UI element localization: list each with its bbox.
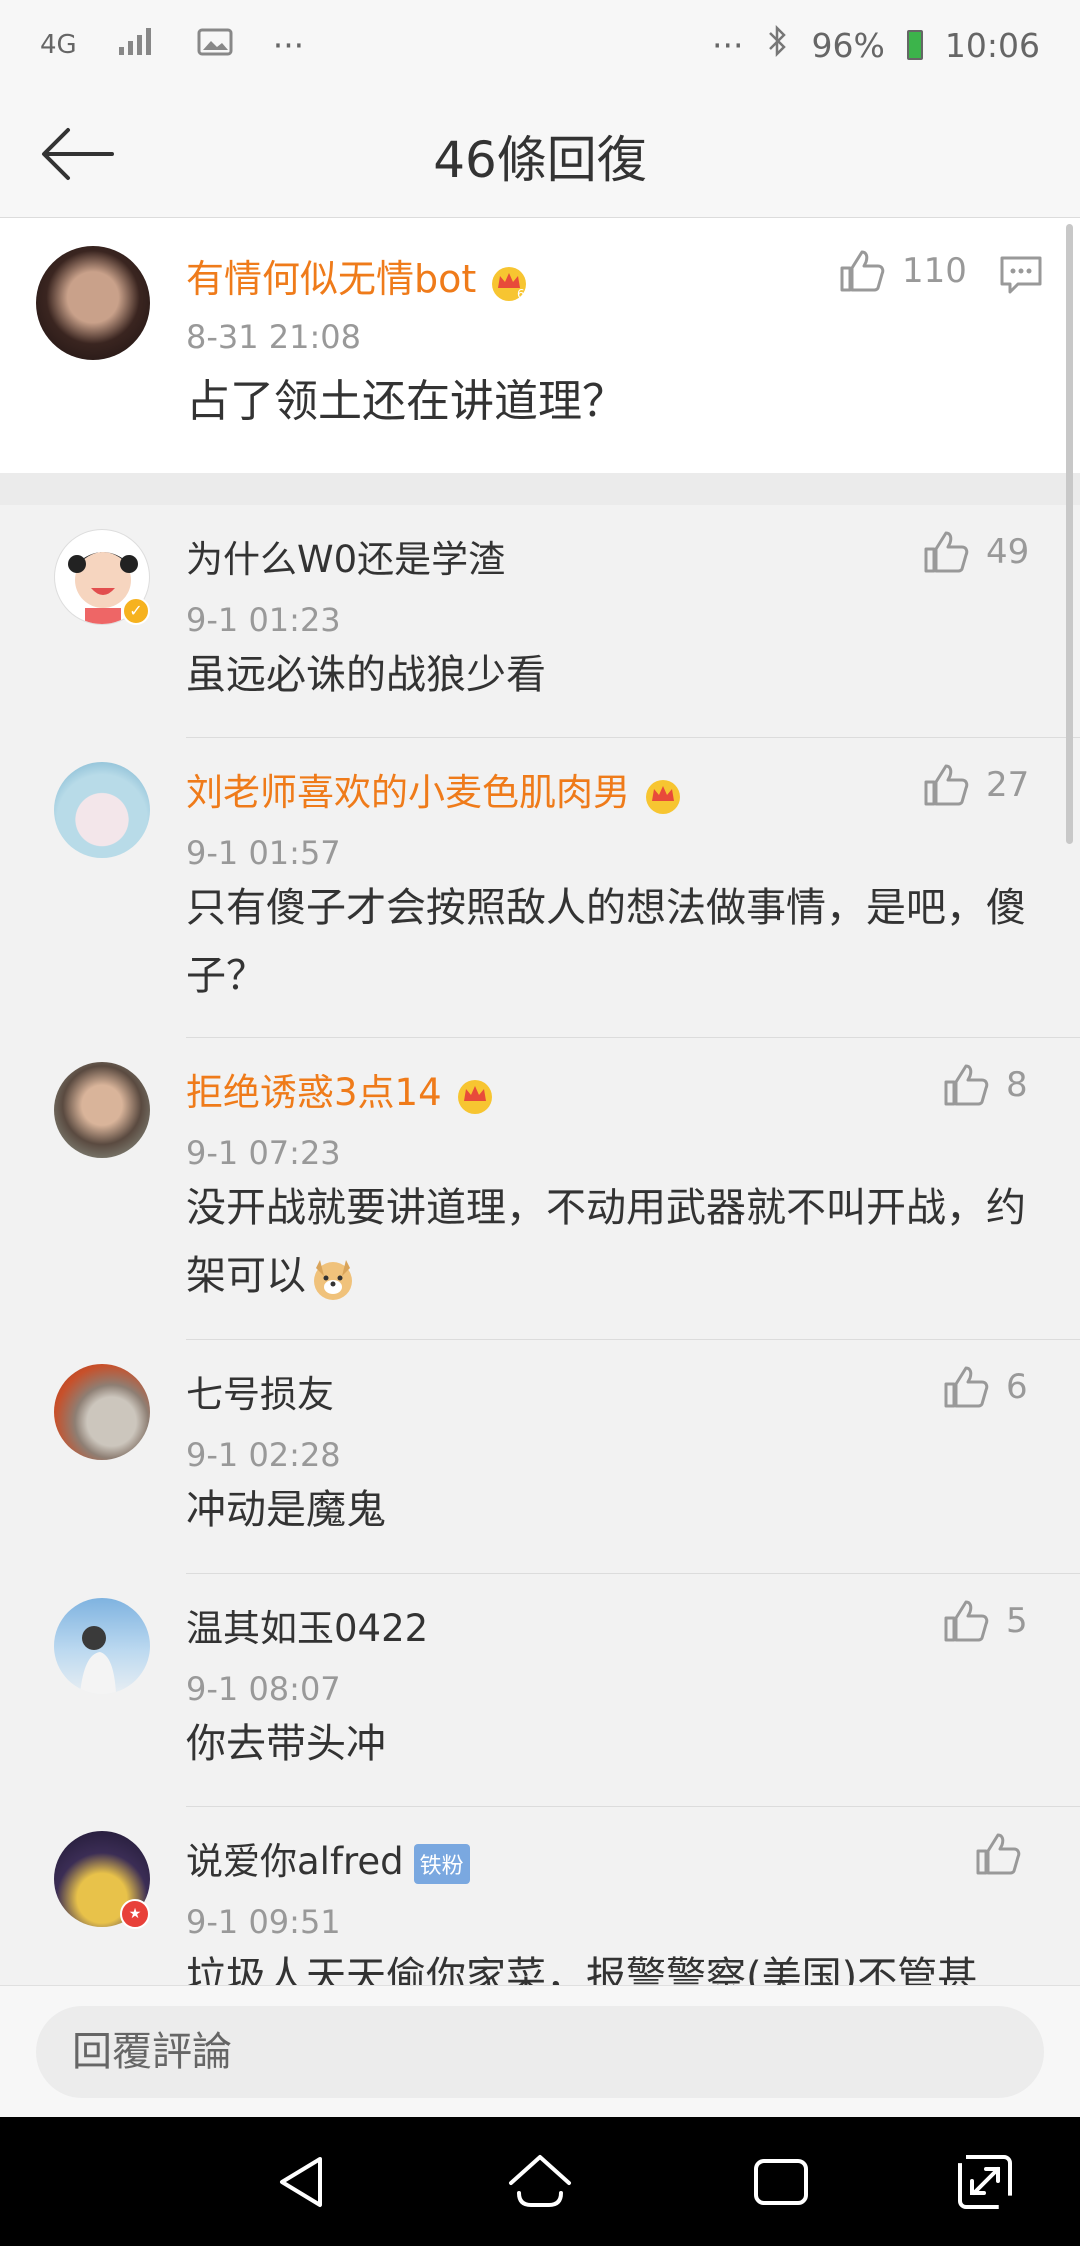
comment-content: 没开战就要讲道理，不动用武器就不叫开战，约架可以 bbox=[186, 1174, 1036, 1310]
like-button[interactable]: 8 bbox=[942, 1062, 1028, 1108]
avatar[interactable] bbox=[54, 1364, 150, 1460]
thumbs-up-icon bbox=[976, 1833, 1021, 1875]
comment-time: 9-1 01:57 bbox=[186, 834, 341, 872]
username-text: 刘老师喜欢的小麦色肌肉男 bbox=[186, 771, 630, 814]
username[interactable]: 拒绝诱惑3点14 bbox=[186, 1062, 496, 1116]
nav-home-button[interactable] bbox=[505, 2147, 575, 2217]
bluetooth-icon bbox=[766, 24, 790, 66]
nav-back-button[interactable] bbox=[268, 2147, 338, 2217]
back-triangle-icon bbox=[280, 2157, 322, 2207]
nav-expand-button[interactable] bbox=[950, 2147, 1020, 2217]
scrollbar[interactable] bbox=[1066, 224, 1073, 844]
reply-item: ✓ 为什么W0还是学渣 9-1 01:23 虽远必诛的战狼少看 49 bbox=[0, 505, 1080, 738]
username[interactable]: 有情何似无情bot 6 bbox=[186, 248, 530, 303]
navigation-bar bbox=[0, 2117, 1080, 2246]
username[interactable]: 刘老师喜欢的小麦色肌肉男 bbox=[186, 762, 684, 816]
svg-text:6: 6 bbox=[517, 287, 525, 301]
thumbs-up-icon bbox=[924, 764, 969, 806]
more-status-icon: ··· bbox=[272, 25, 305, 65]
reply-item: 拒绝诱惑3点14 9-1 07:23 没开战就要讲道理，不动用武器就不叫开战，约… bbox=[0, 1038, 1080, 1340]
like-count: 110 bbox=[902, 251, 967, 291]
comment-content: 你去带头冲 bbox=[186, 1721, 386, 1767]
username[interactable]: 温其如玉0422 bbox=[186, 1598, 428, 1652]
like-count: 5 bbox=[1006, 1601, 1028, 1641]
thumbs-up-icon bbox=[944, 1366, 989, 1408]
reply-item: 温其如玉0422 9-1 08:07 你去带头冲 5 bbox=[0, 1574, 1080, 1807]
like-button[interactable]: 5 bbox=[942, 1598, 1028, 1644]
doge-emoji-icon bbox=[310, 1255, 356, 1301]
username-text: 有情何似无情bot bbox=[186, 257, 477, 301]
thumbs-up-icon bbox=[944, 1600, 989, 1642]
reply-item: 刘老师喜欢的小麦色肌肉男 9-1 01:57 只有傻子才会按照敌人的想法做事情，… bbox=[0, 738, 1080, 1038]
comment-time: 8-31 21:08 bbox=[186, 318, 362, 356]
like-button[interactable]: 6 bbox=[942, 1364, 1028, 1410]
network-indicator: 4G bbox=[40, 30, 77, 60]
reply-input[interactable]: 回覆評論 bbox=[36, 2006, 1044, 2098]
like-count: 8 bbox=[1006, 1065, 1028, 1105]
home-icon bbox=[509, 2155, 571, 2207]
thumbs-up-icon bbox=[840, 250, 885, 292]
verified-badge-icon: ✓ bbox=[122, 597, 150, 625]
comment-content: 占了领土还在讲道理？ bbox=[186, 376, 626, 427]
reply-item: ★ 说爱你alfred 铁粉 9-1 09:51 垃圾人天天偷你家菜，报警警察(美… bbox=[0, 1807, 1080, 1985]
comment-content: 垃圾人天天偷你家菜，报警警察(美国)不管甚 bbox=[186, 1954, 978, 1985]
comment-time: 9-1 02:28 bbox=[186, 1436, 341, 1474]
reply-item: 七号损友 9-1 02:28 冲动是魔鬼 6 bbox=[0, 1340, 1080, 1574]
username-text: 说爱你alfred bbox=[186, 1840, 404, 1883]
battery-icon bbox=[906, 30, 923, 60]
expand-icon bbox=[958, 2155, 1012, 2209]
like-count: 6 bbox=[1006, 1367, 1028, 1407]
vip-crown-icon: 6 bbox=[488, 262, 530, 302]
avatar[interactable] bbox=[54, 1062, 150, 1158]
comment-content: 虽远必诛的战狼少看 bbox=[186, 652, 546, 698]
comment-content: 冲动是魔鬼 bbox=[186, 1487, 386, 1533]
thumbs-up-icon bbox=[924, 531, 969, 573]
like-button[interactable]: 49 bbox=[922, 529, 1029, 575]
fan-badge: 铁粉 bbox=[413, 1843, 470, 1884]
reply-list: ✓ 为什么W0还是学渣 9-1 01:23 虽远必诛的战狼少看 49 刘老师喜欢… bbox=[0, 505, 1080, 1985]
status-bar: 4G ··· ··· 96% 10:06 bbox=[0, 0, 1080, 90]
clock: 10:06 bbox=[944, 25, 1040, 65]
reply-input-bar: 回覆評論 bbox=[0, 1985, 1080, 2117]
section-divider bbox=[0, 473, 1080, 505]
avatar[interactable] bbox=[54, 762, 150, 858]
image-icon bbox=[197, 26, 233, 65]
avatar[interactable] bbox=[54, 1598, 150, 1694]
like-button[interactable]: 27 bbox=[922, 762, 1029, 808]
signal-icon bbox=[117, 25, 157, 65]
live-badge-icon: ★ bbox=[120, 1899, 150, 1929]
comment-time: 9-1 08:07 bbox=[186, 1670, 341, 1708]
thumbs-up-icon bbox=[944, 1064, 989, 1106]
username[interactable]: 为什么W0还是学渣 bbox=[186, 529, 505, 583]
recents-icon bbox=[754, 2159, 808, 2205]
comment-time: 9-1 01:23 bbox=[186, 601, 341, 639]
comment-icon bbox=[1000, 256, 1042, 294]
reply-comment-button[interactable] bbox=[998, 254, 1044, 300]
username[interactable]: 七号损友 bbox=[186, 1364, 334, 1418]
avatar[interactable] bbox=[36, 246, 150, 360]
title-bar: 46條回復 bbox=[0, 90, 1080, 218]
page-title: 46條回復 bbox=[433, 131, 647, 189]
vip-crown-icon bbox=[642, 775, 684, 815]
username-text: 拒绝诱惑3点14 bbox=[186, 1071, 442, 1114]
comment-content: 只有傻子才会按照敌人的想法做事情，是吧，傻子？ bbox=[186, 885, 1026, 999]
battery-level: 96% bbox=[811, 25, 885, 65]
nav-recents-button[interactable] bbox=[746, 2147, 816, 2217]
top-comment: 有情何似无情bot 6 8-31 21:08 占了领土还在讲道理？ 110 bbox=[0, 218, 1080, 473]
username[interactable]: 说爱你alfred 铁粉 bbox=[186, 1831, 470, 1885]
like-button[interactable] bbox=[974, 1831, 1022, 1877]
comment-time: 9-1 07:23 bbox=[186, 1134, 341, 1172]
like-button[interactable]: 110 bbox=[838, 248, 967, 294]
like-count: 27 bbox=[986, 765, 1030, 805]
more-status-icon-right: ··· bbox=[712, 25, 744, 65]
vip-crown-icon bbox=[454, 1075, 496, 1115]
comment-time: 9-1 09:51 bbox=[186, 1903, 341, 1941]
like-count: 49 bbox=[986, 532, 1030, 572]
